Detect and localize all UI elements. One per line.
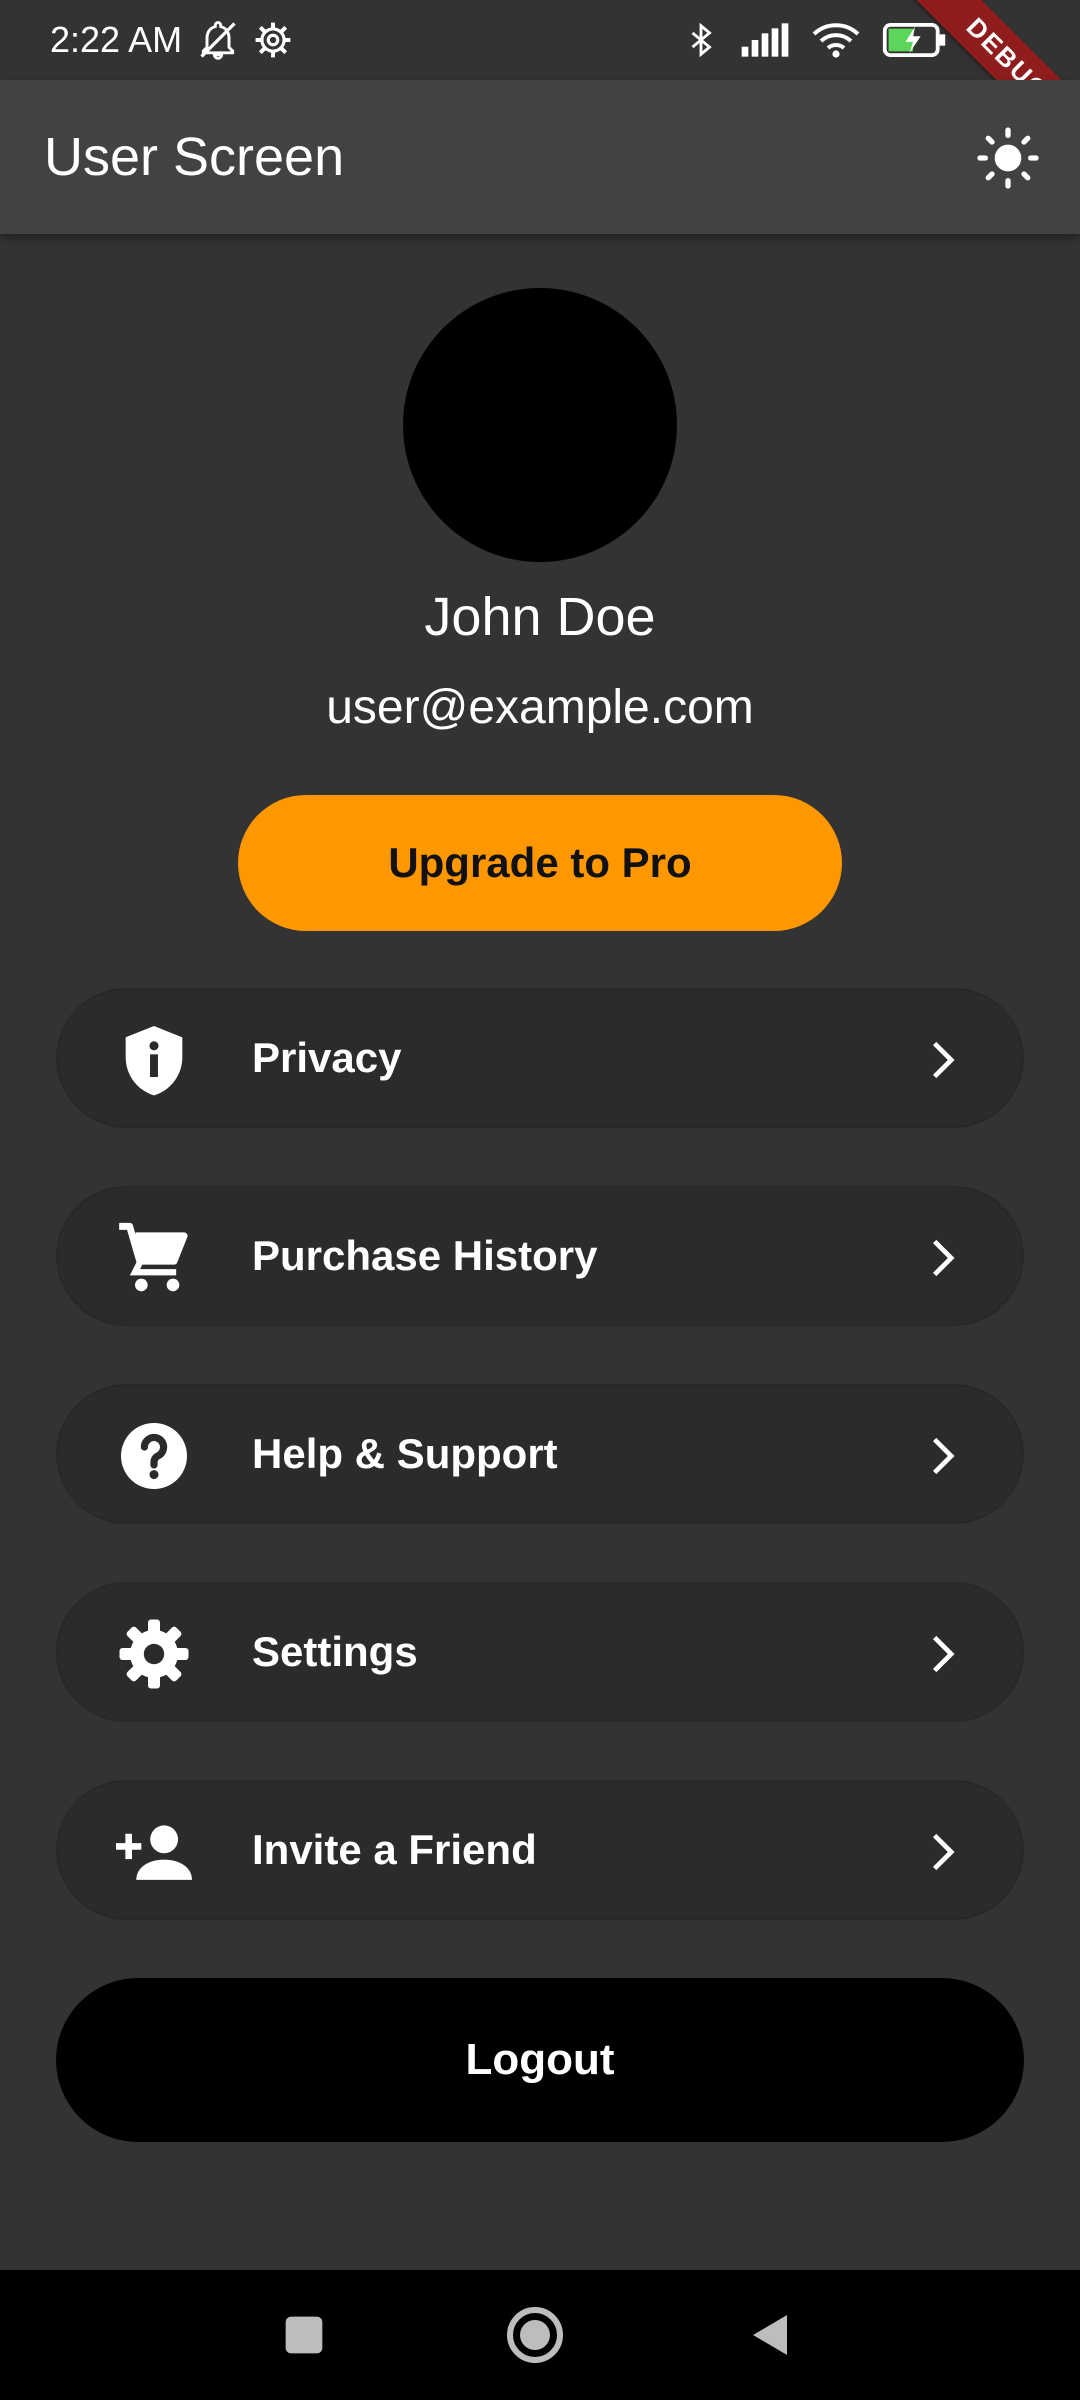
person-add-icon [116,1814,192,1890]
system-nav-bar [0,2270,1080,2400]
cart-icon [116,1220,192,1296]
logout-button[interactable]: Logout [56,1978,1024,2142]
upgrade-button[interactable]: Upgrade to Pro [238,795,842,931]
bluetooth-icon [684,20,718,60]
chevron-right-icon [920,1434,964,1478]
menu-item-label: Privacy [252,1034,402,1081]
help-icon [116,1418,192,1494]
wifi-icon [812,21,860,59]
menu-item-label: Help & Support [252,1430,558,1477]
recents-square-icon[interactable] [267,2298,341,2372]
sun-icon[interactable] [972,122,1044,194]
shield-info-icon [116,1022,192,1098]
user-email: user@example.com [326,681,754,734]
settings-cog-icon [254,21,292,59]
menu-item-help-support[interactable]: Help & Support [56,1384,1024,1524]
page-title: User Screen [44,127,345,187]
avatar[interactable] [403,288,677,562]
menu-item-purchase-history[interactable]: Purchase History [56,1186,1024,1326]
menu-item-label: Purchase History [252,1232,598,1279]
chevron-right-icon [920,1038,964,1082]
chevron-right-icon [920,1830,964,1874]
user-name: John Doe [424,587,656,647]
chevron-right-icon [920,1236,964,1280]
gear-icon [116,1616,192,1692]
battery-charging-icon [882,23,948,57]
silent-bell-icon [196,18,240,62]
home-circle-icon[interactable] [498,2298,572,2372]
status-time: 2:22 AM [50,19,183,60]
menu-item-settings[interactable]: Settings [56,1582,1024,1722]
menu-item-privacy[interactable]: Privacy [56,988,1024,1128]
back-triangle-icon[interactable] [734,2298,808,2372]
menu-item-invite-friend[interactable]: Invite a Friend [56,1780,1024,1920]
user-screen: 2:22 AM 54 DEBUG User [0,0,1080,2400]
menu-item-label: Settings [252,1628,418,1675]
menu-item-label: Invite a Friend [252,1826,537,1873]
app-bar: User Screen [0,80,1080,234]
signal-icon [740,22,790,58]
status-bar: 2:22 AM 54 [0,0,1080,80]
chevron-right-icon [920,1632,964,1676]
